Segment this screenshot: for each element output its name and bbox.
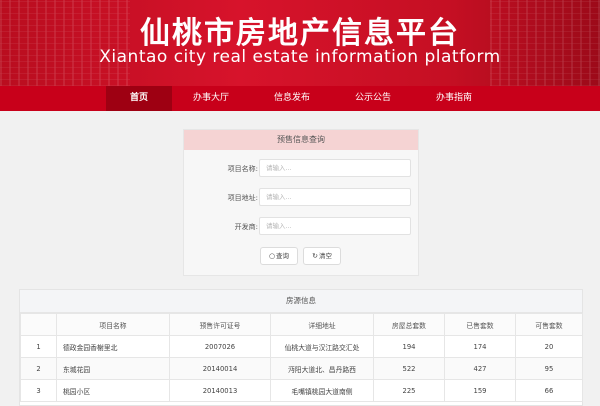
permit-number: 2007026	[169, 335, 271, 358]
nav-announcements[interactable]: 公示公告	[340, 86, 406, 111]
header-banner: 仙桃市房地产信息平台 Xiantao city real estate info…	[0, 0, 600, 86]
project-address-input[interactable]	[259, 188, 411, 206]
panel-title: 预售信息查询	[184, 130, 418, 150]
presale-query-panel: 预售信息查询 项目名称: 项目地址: 开发商: ○查询 ↻清空	[183, 129, 419, 276]
available-units: 20	[515, 335, 583, 358]
sold-units: 159	[444, 379, 516, 402]
property-results: 房源信息 项目名称 预售许可证号 详细地址 房屋总套数 已售套数 可售套数 1 …	[19, 289, 583, 406]
nav-guide[interactable]: 办事指南	[421, 86, 487, 111]
project-name-link[interactable]: 德政金园香榭里北	[56, 335, 170, 358]
project-name-input[interactable]	[259, 159, 411, 177]
results-table: 项目名称 预售许可证号 详细地址 房屋总套数 已售套数 可售套数 1 德政金园香…	[20, 313, 583, 402]
column-header-permit: 预售许可证号	[169, 313, 271, 336]
row-index: 3	[20, 379, 57, 402]
project-address-label: 项目地址:	[227, 194, 258, 202]
project-name-row: 项目名称:	[184, 159, 418, 179]
table-header-row: 项目名称 预售许可证号 详细地址 房屋总套数 已售套数 可售套数	[20, 313, 583, 336]
table-row[interactable]: 1 德政金园香榭里北 2007026 仙桃大道与汉江路交汇处 194 174 2…	[20, 335, 583, 358]
available-units: 66	[515, 379, 583, 402]
address-cell: 沔阳大道北、昌丹路西	[270, 357, 374, 380]
project-name-link[interactable]: 桃园小区	[56, 379, 170, 402]
permit-number: 20140013	[169, 379, 271, 402]
refresh-icon: ↻	[312, 252, 318, 260]
main-nav: 首页 办事大厅 信息发布 公示公告 办事指南	[0, 86, 600, 111]
total-units: 194	[373, 335, 445, 358]
project-address-row: 项目地址:	[184, 188, 418, 208]
row-index: 1	[20, 335, 57, 358]
total-units: 225	[373, 379, 445, 402]
nav-home[interactable]: 首页	[106, 86, 172, 111]
address-cell: 毛嘴镇桃园大道南侧	[270, 379, 374, 402]
project-name-label: 项目名称:	[227, 165, 258, 173]
table-row[interactable]: 2 东城花园 20140014 沔阳大道北、昌丹路西 522 427 95	[20, 357, 583, 380]
site-subtitle: Xiantao city real estate information pla…	[99, 47, 501, 67]
developer-input[interactable]	[259, 217, 411, 235]
results-title: 房源信息	[20, 290, 582, 313]
column-header-sold: 已售套数	[444, 313, 516, 336]
site-title: 仙桃市房地产信息平台	[140, 16, 460, 51]
sold-units: 427	[444, 357, 516, 380]
available-units: 95	[515, 357, 583, 380]
table-row[interactable]: 3 桃园小区 20140013 毛嘴镇桃园大道南侧 225 159 66	[20, 379, 583, 402]
row-index: 2	[20, 357, 57, 380]
column-header-address: 详细地址	[270, 313, 374, 336]
column-header-name: 项目名称	[56, 313, 170, 336]
address-cell: 仙桃大道与汉江路交汇处	[270, 335, 374, 358]
nav-service-hall[interactable]: 办事大厅	[178, 86, 244, 111]
developer-row: 开发商:	[184, 217, 418, 237]
search-button[interactable]: ○查询	[260, 247, 298, 265]
permit-number: 20140014	[169, 357, 271, 380]
total-units: 522	[373, 357, 445, 380]
search-button-label: 查询	[276, 252, 290, 260]
column-header-available: 可售套数	[515, 313, 583, 336]
search-icon: ○	[268, 252, 276, 260]
clear-button[interactable]: ↻清空	[303, 247, 341, 265]
project-name-link[interactable]: 东城花园	[56, 357, 170, 380]
nav-info-release[interactable]: 信息发布	[259, 86, 325, 111]
developer-label: 开发商:	[234, 223, 258, 231]
column-header-index	[20, 313, 57, 336]
sold-units: 174	[444, 335, 516, 358]
column-header-total: 房屋总套数	[373, 313, 445, 336]
clear-button-label: 清空	[318, 252, 332, 260]
